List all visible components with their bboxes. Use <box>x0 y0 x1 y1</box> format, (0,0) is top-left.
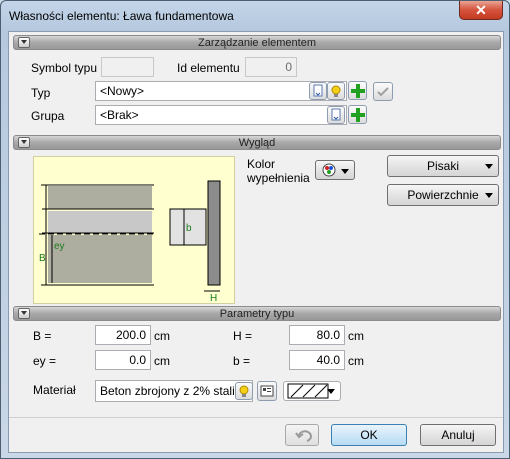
material-library-button[interactable] <box>257 381 277 401</box>
drawing-label-ey: ey <box>54 241 65 252</box>
surfaces-button[interactable]: Powierzchnie <box>387 184 499 206</box>
ey-unit: cm <box>154 354 170 368</box>
typ-confirm-button[interactable] <box>373 82 393 101</box>
cancel-button[interactable]: Anuluj <box>420 424 496 446</box>
hatch-pattern-icon <box>287 383 329 399</box>
dialog-client-area: Zarządzanie elementem Symbol typu Id ele… <box>8 31 504 453</box>
undo-button[interactable] <box>285 424 319 446</box>
fill-color-label-line2: wypełnienia <box>247 171 310 185</box>
typ-lightbulb-button[interactable] <box>327 82 345 100</box>
id-field: 0 <box>245 57 297 77</box>
grupa-add-button[interactable] <box>348 105 367 124</box>
fill-color-label-line1: Kolor <box>247 157 276 171</box>
material-label: Materiał <box>33 383 76 397</box>
drawing-label-B: B <box>39 253 46 264</box>
hatch-pattern-select[interactable] <box>283 381 341 401</box>
id-label: Id elementu <box>177 61 240 75</box>
H-label: H = <box>233 329 253 343</box>
ey-label: ey = <box>33 354 57 368</box>
surfaces-button-label: Powierzchnie <box>407 188 479 202</box>
window-title: Własności elementu: Ława fundamentowa <box>9 9 234 23</box>
b-unit: cm <box>348 354 364 368</box>
H-field[interactable]: 80.0 <box>289 325 345 345</box>
management-section-header[interactable]: Zarządzanie elementem <box>13 35 501 50</box>
drawing-label-b: b <box>186 223 192 234</box>
ey-field[interactable]: 0.0 <box>95 350 151 370</box>
typ-add-button[interactable] <box>348 81 367 100</box>
drawing-label-H: H <box>210 293 217 304</box>
B-unit: cm <box>154 329 170 343</box>
params-section-title: Parametry typu <box>219 308 295 320</box>
chevron-down-icon <box>485 164 493 169</box>
pens-button-label: Pisaki <box>426 159 459 173</box>
chevron-down-icon <box>327 389 335 394</box>
close-button[interactable]: ✕ <box>459 1 503 20</box>
chevron-down-icon <box>341 169 349 174</box>
dialog-window: Własności elementu: Ława fundamentowa ✕ … <box>0 0 510 459</box>
foundation-drawing: B ey b H <box>33 156 235 304</box>
b-field[interactable]: 40.0 <box>289 350 345 370</box>
pens-button[interactable]: Pisaki <box>387 155 499 177</box>
foundation-diagram: B ey b H <box>39 180 221 304</box>
b-label: b = <box>233 354 251 368</box>
H-unit: cm <box>348 329 364 343</box>
check-icon <box>377 87 389 97</box>
material-lightbulb-button[interactable] <box>235 382 253 400</box>
palette-icon <box>322 163 336 177</box>
typ-list-button[interactable] <box>309 82 327 100</box>
grupa-list-button[interactable] <box>327 106 345 124</box>
material-field[interactable]: Beton zbrojony z 2% stali <box>95 380 253 402</box>
B-field[interactable]: 200.0 <box>95 325 151 345</box>
symbol-label: Symbol typu <box>31 61 98 75</box>
ok-button[interactable]: OK <box>331 424 407 446</box>
document-icon <box>331 108 341 121</box>
grupa-field[interactable]: <Brak> <box>95 105 347 125</box>
symbol-field <box>101 57 154 77</box>
document-icon <box>313 84 323 97</box>
undo-icon <box>295 430 312 442</box>
typ-label: Typ <box>31 86 51 100</box>
fill-color-button[interactable] <box>315 160 355 180</box>
lightbulb-icon <box>331 85 341 97</box>
database-icon <box>260 385 274 397</box>
dialog-footer: OK Anuluj <box>9 417 503 452</box>
grupa-label: Grupa <box>31 109 65 123</box>
appearance-section-title: Wygląd <box>238 137 276 149</box>
chevron-down-icon <box>485 193 493 198</box>
management-section-title: Zarządzanie elementem <box>197 37 316 49</box>
lightbulb-icon <box>239 385 249 397</box>
params-section-header[interactable]: Parametry typu <box>13 306 501 321</box>
B-label: B = <box>33 329 52 343</box>
title-bar: Własności elementu: Ława fundamentowa ✕ <box>1 1 509 31</box>
appearance-section-header[interactable]: Wygląd <box>13 135 501 150</box>
